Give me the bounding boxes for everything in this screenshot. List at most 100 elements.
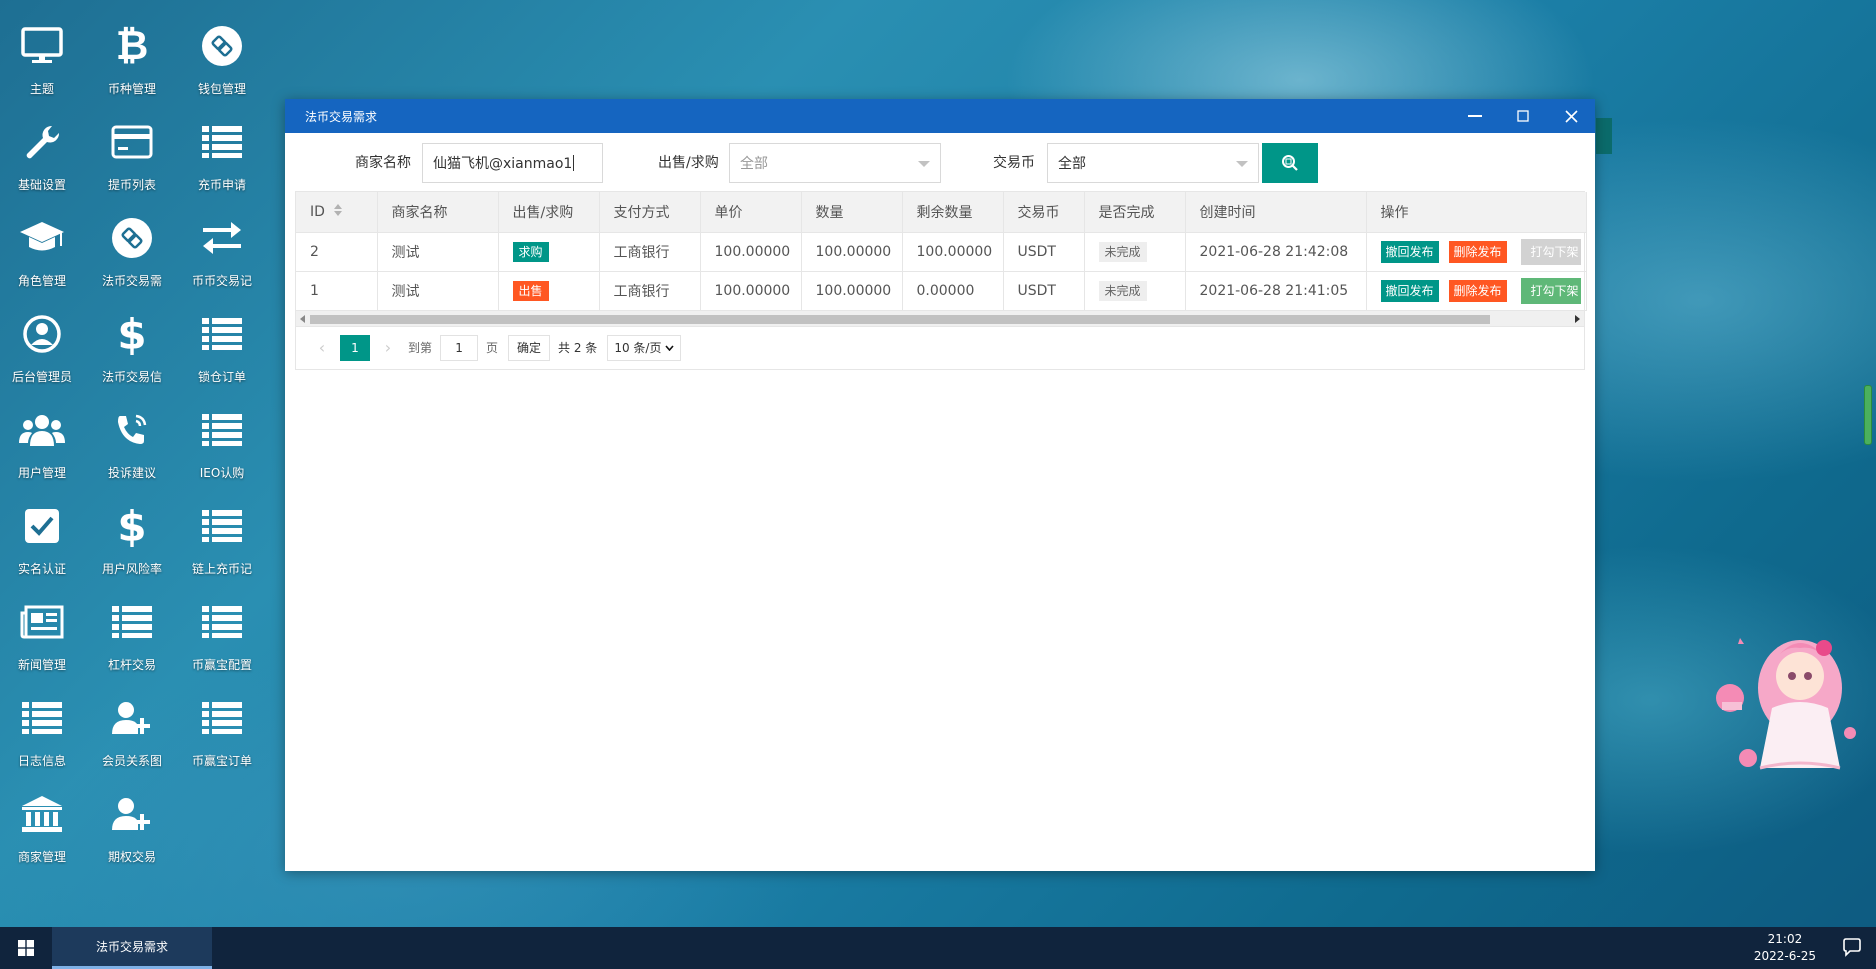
desktop-icon-theme[interactable]: 主题	[0, 18, 87, 106]
desktop-icon-label: 币币交易记	[191, 274, 252, 288]
desktop-icon-leverage-trade[interactable]: 杠杆交易	[87, 594, 177, 682]
desktop-icon-label: 币赢宝订单	[191, 754, 252, 768]
desktop-icon-basic-settings[interactable]: 基础设置	[0, 114, 87, 202]
goto-confirm-button[interactable]: 确定	[508, 334, 551, 361]
withdraw-publish-button[interactable]: 撤回发布	[1380, 279, 1439, 302]
desktop-icon-logs[interactable]: 日志信息	[0, 690, 87, 778]
cell-actions: 撤回发布 删除发布 打勾下架	[1366, 271, 1587, 311]
delete-publish-button[interactable]: 删除发布	[1448, 279, 1507, 302]
merchant-name-input[interactable]: 仙猫飞机@xianmao1	[422, 143, 603, 183]
cell-completed: 未完成	[1084, 271, 1186, 311]
desktop-icon-role-management[interactable]: 角色管理	[0, 210, 87, 298]
cell-id: 1	[296, 271, 378, 311]
check-delist-button[interactable]: 打勾下架	[1520, 277, 1581, 304]
desktop-icon-risk-rate[interactable]: $ 用户风险率	[87, 498, 177, 586]
status-badge: 未完成	[1098, 241, 1147, 262]
desktop-icon-merchants[interactable]: 商家管理	[0, 786, 87, 874]
desktop-icon-chain-deposits[interactable]: 链上充币记	[177, 498, 267, 586]
column-header-quantity: 数量	[801, 192, 903, 233]
desktop-icon-label: 钱包管理	[197, 82, 246, 96]
minimize-button[interactable]	[1451, 99, 1499, 133]
list-icon	[194, 690, 250, 746]
maximize-button[interactable]	[1499, 99, 1547, 133]
coin-select[interactable]: 全部	[1047, 143, 1259, 183]
sort-icon[interactable]	[333, 203, 343, 221]
system-clock[interactable]: 21:02 2022-6-25	[1754, 931, 1816, 965]
dollar-icon: $	[117, 309, 147, 359]
fiat-demand-window: 法币交易需求 商家名称 仙猫飞机@xianmao1 出售/求购 全部 交易币 全…	[285, 99, 1595, 871]
taskbar-item-fiat-demand[interactable]: 法币交易需求	[52, 927, 212, 969]
desktop-icon-complaints[interactable]: 投诉建议	[87, 402, 177, 490]
column-header-completed: 是否完成	[1084, 192, 1186, 233]
cell-id: 2	[296, 232, 378, 272]
desktop-icon-deposit-apply[interactable]: 充币申请	[177, 114, 267, 202]
cell-merchant: 测试	[377, 271, 499, 311]
desktop-icon-coin-trade-records[interactable]: 币币交易记	[177, 210, 267, 298]
prev-page-button[interactable]: ‹	[308, 338, 336, 357]
desktop-icon-label: 商家管理	[17, 850, 66, 864]
bank-icon	[14, 786, 70, 842]
desktop-icon-options-trade[interactable]: 期权交易	[87, 786, 177, 874]
column-header-remaining: 剩余数量	[902, 192, 1004, 233]
goto-label: 到第	[408, 341, 433, 355]
table-row[interactable]: 2 测试 求购 工商银行 100.00000 100.00000 100.000…	[296, 232, 1587, 272]
search-icon	[1282, 155, 1298, 171]
start-button[interactable]	[0, 927, 52, 969]
minimize-icon	[1468, 115, 1482, 117]
desktop-icon-withdraw-list[interactable]: 提币列表	[87, 114, 177, 202]
desktop-icon-member-graph[interactable]: 会员关系图	[87, 690, 177, 778]
desktop-icon-label: 实名认证	[17, 562, 66, 576]
scrollbar-thumb[interactable]	[310, 314, 1490, 324]
desktop-icon-wallet-management[interactable]: 钱包管理	[177, 18, 267, 106]
merchant-name-value: 仙猫飞机@xianmao1	[433, 156, 573, 172]
desktop: 主题 ₿ 币种管理 钱包管理 基础设置 提币列表 充币申请 角色管理 法币交易需…	[0, 0, 270, 920]
next-page-button[interactable]: ›	[374, 338, 402, 357]
horizontal-scrollbar[interactable]	[296, 310, 1584, 327]
column-header-payment: 支付方式	[599, 192, 701, 233]
window-title: 法币交易需求	[305, 109, 378, 124]
taskbar-item-label: 法币交易需求	[95, 940, 168, 954]
search-button[interactable]	[1262, 143, 1318, 183]
chevron-down-icon	[1236, 161, 1248, 167]
table-header-row: ID 商家名称 出售/求购 支付方式 单价 数量 剩余数量 交易币 是否完成 创…	[296, 192, 1587, 233]
window-titlebar[interactable]: 法币交易需求	[285, 99, 1595, 133]
wallet-link-icon	[194, 18, 250, 74]
desktop-icon-user-management[interactable]: 用户管理	[0, 402, 87, 490]
withdraw-publish-button[interactable]: 撤回发布	[1380, 240, 1439, 263]
current-page-button[interactable]: 1	[340, 334, 370, 361]
cell-quantity: 100.00000	[801, 271, 903, 311]
desktop-icon-fiat-demand[interactable]: 法币交易需	[87, 210, 177, 298]
pagination: ‹ 1 › 到第 1 页 确定 共 2 条 10 条/页	[296, 327, 1584, 369]
desktop-icon-ieo[interactable]: IEO认购	[177, 402, 267, 490]
side-scroll-indicator[interactable]	[1864, 385, 1872, 445]
goto-page-input[interactable]: 1	[440, 334, 479, 361]
clock-date: 2022-6-25	[1753, 949, 1816, 963]
dollar-icon: $	[117, 501, 147, 551]
column-header-id[interactable]: ID	[296, 192, 378, 233]
column-header-coin: 交易币	[1003, 192, 1085, 233]
windows-logo-icon	[18, 940, 34, 956]
notification-button[interactable]	[1842, 937, 1862, 961]
list-icon	[104, 594, 160, 650]
table-row[interactable]: 1 测试 出售 工商银行 100.00000 100.00000 0.00000…	[296, 271, 1587, 311]
delete-publish-button[interactable]: 删除发布	[1448, 240, 1507, 263]
desktop-icon-bwb-orders[interactable]: 币赢宝订单	[177, 690, 267, 778]
desktop-icon-kyc[interactable]: 实名认证	[0, 498, 87, 586]
maximize-icon	[1517, 110, 1529, 122]
page-size-select[interactable]: 10 条/页	[607, 334, 682, 361]
check-delist-button[interactable]: 打勾下架	[1520, 238, 1581, 265]
desktop-icon-fiat-info[interactable]: $ 法币交易信	[87, 306, 177, 394]
desktop-icon-bwb-config[interactable]: 币赢宝配置	[177, 594, 267, 682]
desktop-icon-admins[interactable]: 后台管理员	[0, 306, 87, 394]
link-icon	[104, 210, 160, 266]
desktop-icon-news[interactable]: 新闻管理	[0, 594, 87, 682]
list-icon	[194, 402, 250, 458]
close-button[interactable]	[1547, 99, 1595, 133]
desktop-icon-coin-management[interactable]: ₿ 币种管理	[87, 18, 177, 106]
desktop-icon-lock-orders[interactable]: 锁仓订单	[177, 306, 267, 394]
cell-actions: 撤回发布 删除发布 打勾下架	[1366, 232, 1587, 272]
type-select[interactable]: 全部	[729, 143, 941, 183]
column-header-actions: 操作	[1366, 192, 1587, 233]
scroll-left-icon[interactable]	[300, 314, 305, 323]
scroll-right-icon[interactable]	[1575, 314, 1580, 323]
